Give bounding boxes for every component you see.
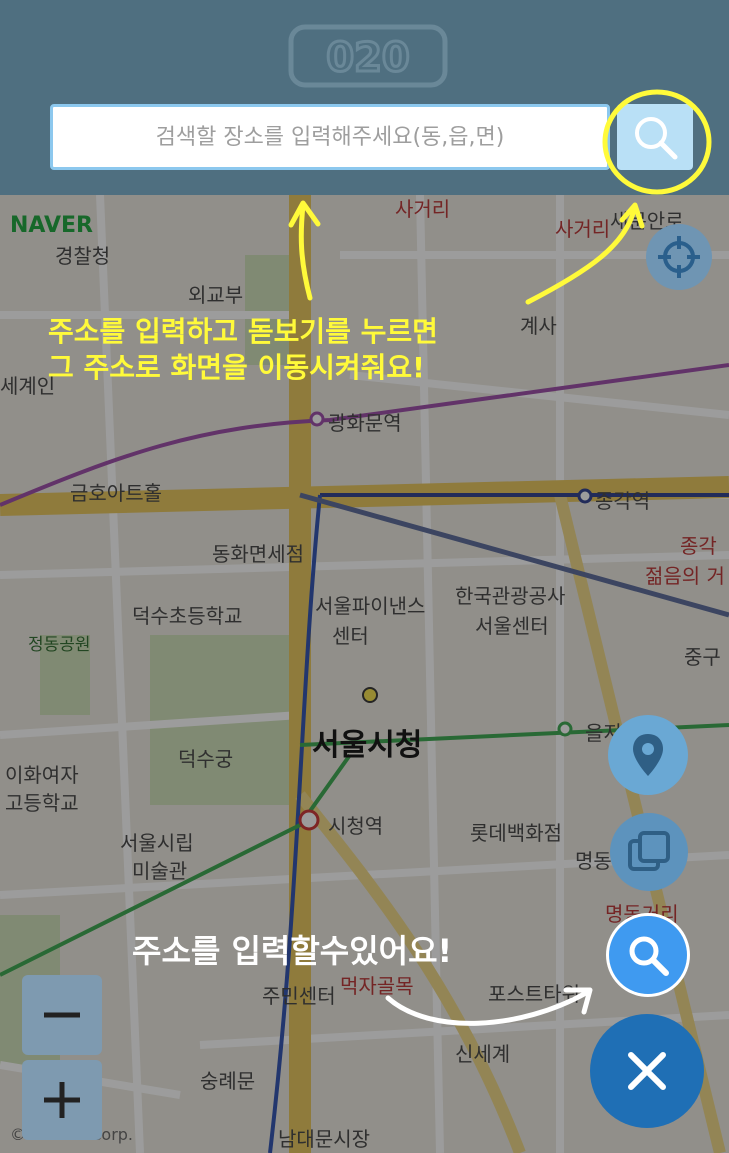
open-search-button[interactable] (606, 913, 690, 997)
app-header: 020 (0, 0, 729, 195)
zoom-in-button[interactable] (22, 1060, 102, 1140)
location-button[interactable] (608, 715, 688, 795)
annotation-top: 주소를 입력하고 돋보기를 누르면 그 주소로 화면을 이동시켜줘요! (48, 314, 438, 386)
plus-icon (44, 1082, 80, 1118)
annotation-top-line1: 주소를 입력하고 돋보기를 누르면 (48, 315, 438, 348)
logo-text: 020 (326, 35, 410, 81)
layers-button[interactable] (610, 813, 688, 891)
search-input[interactable] (62, 123, 598, 151)
magnifier-icon (635, 117, 678, 160)
annotation-bottom: 주소를 입력할수있어요! (132, 932, 453, 970)
crosshair-icon (658, 236, 700, 278)
gps-button[interactable] (646, 224, 712, 290)
layers-icon (628, 831, 670, 871)
app-logo: 020 (288, 24, 448, 88)
minus-icon (44, 1012, 80, 1018)
annotation-top-line2: 그 주소로 화면을 이동시켜줘요! (48, 351, 425, 384)
search-field[interactable] (50, 104, 610, 170)
close-icon (628, 1052, 666, 1090)
search-button[interactable] (617, 104, 693, 170)
magnifier-icon (629, 936, 669, 976)
map-pin-icon (633, 734, 663, 776)
close-button[interactable] (590, 1014, 704, 1128)
zoom-out-button[interactable] (22, 975, 102, 1055)
